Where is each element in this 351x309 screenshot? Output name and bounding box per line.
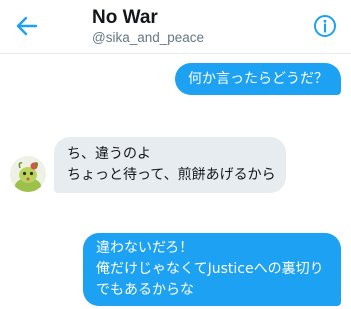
message-line: ち、違うのよ (67, 146, 151, 162)
arrow-left-icon (16, 16, 38, 36)
conversation-title[interactable]: No War (92, 7, 158, 29)
incoming-message[interactable]: ち、違うのよ ちょっと待って、煎餅あげるから (54, 137, 286, 193)
outgoing-message[interactable]: 何か言ったらどうだ？ (175, 63, 341, 95)
message-line: でもあるからな (96, 282, 194, 298)
message-line: 違わないだろ！ (96, 240, 194, 256)
conversation-header: No War @sika_and_peace (0, 0, 351, 54)
message-line: 俺だけじゃなくてJusticeへの裏切り (96, 261, 324, 277)
outgoing-message[interactable]: 違わないだろ！ 俺だけじゃなくてJusticeへの裏切り でもあるからな (83, 233, 341, 306)
avatar[interactable] (10, 156, 46, 192)
avatar-image (10, 156, 46, 192)
info-icon (314, 15, 336, 37)
message-line: ちょっと待って、煎餅あげるから (67, 167, 276, 183)
dm-conversation-screen: No War @sika_and_peace 何か言ったらどうだ？ ち、違うのよ (0, 0, 351, 309)
info-button[interactable] (313, 14, 337, 38)
conversation-handle: @sika_and_peace (92, 30, 205, 45)
message-line: 何か言ったらどうだ？ (188, 70, 328, 87)
back-button[interactable] (14, 13, 40, 39)
